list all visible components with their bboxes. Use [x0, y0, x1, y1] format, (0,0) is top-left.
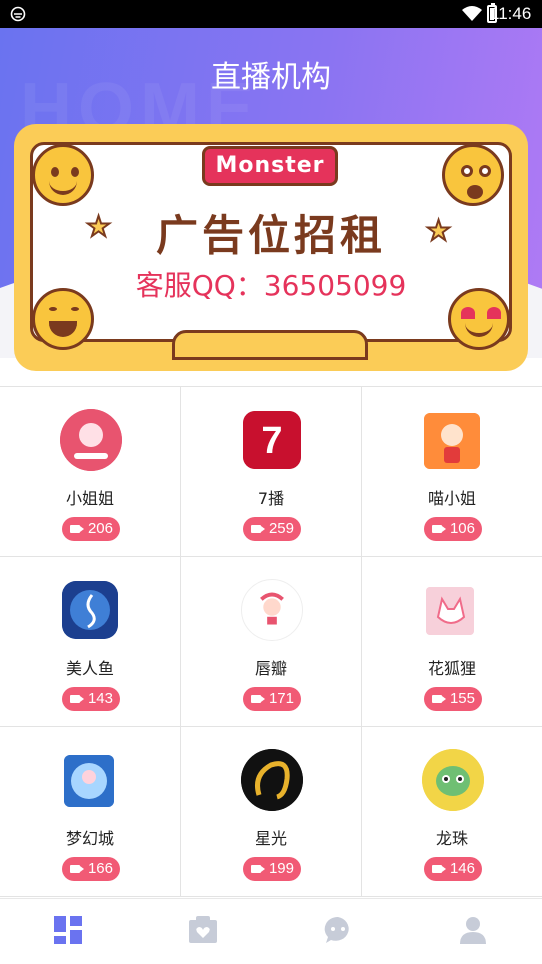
platform-logo: [64, 755, 114, 807]
heart-card-icon[interactable]: [188, 915, 218, 945]
user-icon[interactable]: [458, 915, 488, 945]
video-camera-icon: [251, 695, 265, 703]
svg-text:7: 7: [261, 420, 282, 462]
platform-name: 龙珠: [435, 829, 468, 848]
video-camera-icon: [70, 695, 84, 703]
platform-logo: [241, 749, 303, 811]
platform-name: 梦幻城: [65, 829, 114, 848]
video-camera-icon: [251, 525, 265, 533]
viewer-count: 259: [243, 517, 301, 541]
platform-grid: 小姐姐 206 7 7播 259 喵小姐 106 美人鱼 143 唇瓣 171 …: [0, 386, 542, 898]
star-left-icon: ★: [85, 209, 112, 244]
viewer-count: 206: [62, 517, 120, 541]
platform-name: 花狐狸: [427, 659, 476, 678]
platform-logo: 7: [243, 411, 301, 469]
ad-banner-foot: [172, 330, 368, 360]
platform-card[interactable]: 7 7播 259: [181, 387, 362, 557]
viewer-count: 166: [62, 857, 120, 881]
platform-card[interactable]: 梦幻城 166: [0, 727, 181, 897]
video-camera-icon: [432, 525, 446, 533]
platform-card[interactable]: 星光 199: [181, 727, 362, 897]
platform-name: 喵小姐: [427, 489, 476, 508]
platform-name: 美人鱼: [65, 659, 114, 678]
ad-contact: 客服QQ：36505099: [135, 269, 407, 302]
ad-banner-tag: Monster: [202, 146, 338, 186]
page-title: 直播机构: [211, 60, 331, 95]
star-right-icon: ★: [425, 213, 452, 248]
video-camera-icon: [432, 695, 446, 703]
emoji-shocked-icon: [442, 144, 504, 206]
ad-banner[interactable]: Monster 广告位招租 客服QQ：36505099 ★ ★: [14, 124, 528, 371]
viewer-count: 171: [243, 687, 301, 711]
platform-card[interactable]: 花狐狸 155: [362, 557, 542, 727]
video-camera-icon: [70, 865, 84, 873]
emoji-tongue-icon: [32, 144, 94, 206]
platform-card[interactable]: 美人鱼 143: [0, 557, 181, 727]
grid-icon[interactable]: [53, 915, 83, 945]
video-camera-icon: [70, 525, 84, 533]
notification-icon: [10, 6, 26, 22]
platform-card[interactable]: 唇瓣 171: [181, 557, 362, 727]
viewer-count: 146: [424, 857, 482, 881]
wifi-icon: [462, 6, 482, 21]
chat-icon[interactable]: [323, 915, 353, 945]
platform-logo: [60, 409, 122, 471]
viewer-count: 106: [424, 517, 482, 541]
video-camera-icon: [251, 865, 265, 873]
platform-logo: [422, 749, 484, 811]
platform-card[interactable]: 龙珠 146: [362, 727, 542, 897]
viewer-count: 155: [424, 687, 482, 711]
status-bar: 11:46: [0, 0, 542, 28]
platform-logo: [62, 581, 118, 639]
emoji-heart-eyes-icon: [448, 288, 510, 350]
platform-name: 小姐姐: [65, 489, 114, 508]
platform-card[interactable]: 喵小姐 106: [362, 387, 542, 557]
viewer-count: 199: [243, 857, 301, 881]
clock: 11:46: [490, 4, 532, 23]
platform-logo: [424, 413, 480, 469]
platform-name: 7播: [257, 489, 285, 508]
bottom-tab-bar: [0, 898, 542, 964]
platform-card[interactable]: 小姐姐 206: [0, 387, 181, 557]
platform-logo: [426, 587, 474, 635]
emoji-laughing-icon: [32, 288, 94, 350]
viewer-count: 143: [62, 687, 120, 711]
platform-logo: [241, 579, 303, 641]
platform-name: 唇瓣: [254, 659, 287, 678]
video-camera-icon: [432, 865, 446, 873]
platform-name: 星光: [254, 829, 287, 848]
